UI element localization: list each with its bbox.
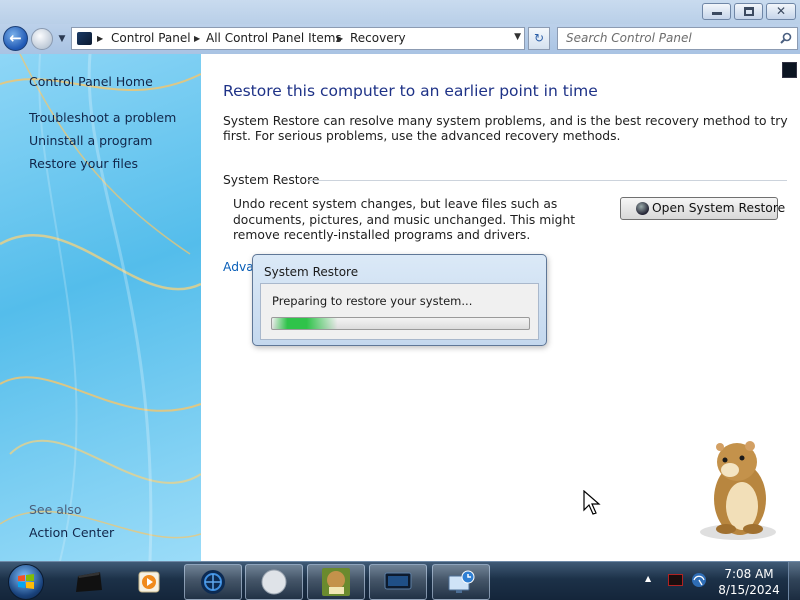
uninstall-program-link[interactable]: Uninstall a program (29, 133, 152, 148)
open-system-restore-button[interactable]: Open System Restore (620, 197, 785, 220)
open-system-restore-label: Open System Restore (652, 201, 786, 215)
section-divider (307, 180, 787, 181)
forward-button[interactable] (31, 28, 53, 50)
control-panel-icon (77, 32, 92, 45)
progress-bar (271, 317, 530, 330)
restore-files-link[interactable]: Restore your files (29, 156, 138, 171)
terminal-app-icon (76, 572, 102, 592)
control-panel-home-link[interactable]: Control Panel Home (29, 74, 153, 89)
refresh-button[interactable]: ↻ (528, 27, 550, 50)
page-title: Restore this computer to an earlier poin… (223, 82, 598, 100)
sidebar-background-decoration (0, 54, 201, 561)
taskbar-box-game[interactable] (307, 564, 365, 600)
progress-fill (272, 318, 350, 329)
section-description: Undo recent system changes, but leave fi… (233, 197, 576, 242)
section-title: System Restore (223, 173, 320, 187)
globe-app-icon (201, 570, 225, 594)
close-icon: ✕ (775, 4, 787, 18)
breadcrumb-recovery[interactable]: Recovery (350, 31, 406, 46)
system-clock[interactable]: 7:08 AM 8/15/2024 (718, 566, 780, 598)
windows-logo-icon (18, 574, 34, 589)
refresh-icon: ↻ (533, 31, 545, 45)
recent-pages-dropdown[interactable]: ▼ (56, 33, 68, 45)
show-hidden-icons-button[interactable]: ▲ (645, 574, 651, 583)
taskbar-globe-app[interactable] (184, 564, 242, 600)
tray-app-icon[interactable] (668, 574, 683, 586)
navigation-bar: ← ▼ ▶ Control Panel ▶ All Control Panel … (0, 24, 800, 54)
taskbar-blank-app[interactable] (245, 564, 303, 600)
show-desktop-button[interactable] (788, 562, 800, 600)
breadcrumb-control-panel[interactable]: Control Panel (111, 31, 191, 46)
sidebar: Control Panel Home Troubleshoot a proble… (0, 54, 201, 561)
network-icon[interactable] (691, 572, 707, 588)
advanced-recovery-link[interactable]: Adva (223, 260, 254, 275)
system-restore-icon (636, 202, 649, 215)
maximize-button[interactable] (734, 3, 763, 20)
address-bar[interactable]: ▶ Control Panel ▶ All Control Panel Item… (71, 27, 525, 50)
close-button[interactable]: ✕ (766, 3, 796, 20)
action-center-link[interactable]: Action Center (29, 525, 114, 540)
display-app-icon (384, 572, 412, 590)
system-restore-dialog: System Restore Preparing to restore your… (252, 254, 547, 346)
media-player-icon (138, 571, 160, 593)
breadcrumb-separator-icon[interactable]: ▶ (97, 32, 103, 45)
back-button[interactable]: ← (3, 26, 28, 51)
search-icon[interactable] (780, 32, 792, 44)
minimize-icon (712, 12, 722, 15)
mouse-cursor-icon (583, 490, 601, 515)
see-also-label: See also (29, 502, 82, 517)
dialog-title: System Restore (264, 265, 359, 279)
maximize-icon (744, 7, 754, 16)
box-game-icon (322, 568, 350, 596)
blank-app-icon (261, 569, 287, 595)
taskbar-network-monitor[interactable] (432, 564, 490, 600)
dialog-body: Preparing to restore your system... (260, 283, 539, 340)
taskbar-terminal-app[interactable] (60, 564, 118, 600)
breadcrumb-separator-icon[interactable]: ▶ (194, 32, 200, 45)
taskbar-media-player[interactable] (120, 564, 178, 600)
start-button[interactable] (8, 564, 44, 600)
search-placeholder: Search Control Panel (566, 31, 692, 45)
taskbar: ▲ 7:08 AM 8/15/2024 (0, 561, 800, 600)
back-arrow-icon: ← (9, 29, 22, 47)
breadcrumb-all-items[interactable]: All Control Panel Items (206, 31, 342, 46)
taskbar-display-app[interactable] (369, 564, 427, 600)
dialog-message: Preparing to restore your system... (272, 294, 473, 308)
search-input[interactable]: Search Control Panel (557, 27, 798, 50)
minimize-button[interactable] (702, 3, 731, 20)
clock-date: 8/15/2024 (718, 583, 780, 597)
clock-time: 7:08 AM (724, 567, 774, 581)
troubleshoot-link[interactable]: Troubleshoot a problem (29, 110, 176, 125)
address-dropdown-icon[interactable]: ▼ (514, 32, 521, 42)
help-icon[interactable] (782, 62, 797, 78)
breadcrumb-separator-icon[interactable]: ▶ (337, 32, 343, 45)
network-monitor-icon (448, 570, 475, 593)
hamster-gadget-icon[interactable] (690, 434, 790, 544)
window-titlebar: ✕ (0, 0, 800, 24)
intro-text: System Restore can resolve many system p… (223, 114, 788, 143)
